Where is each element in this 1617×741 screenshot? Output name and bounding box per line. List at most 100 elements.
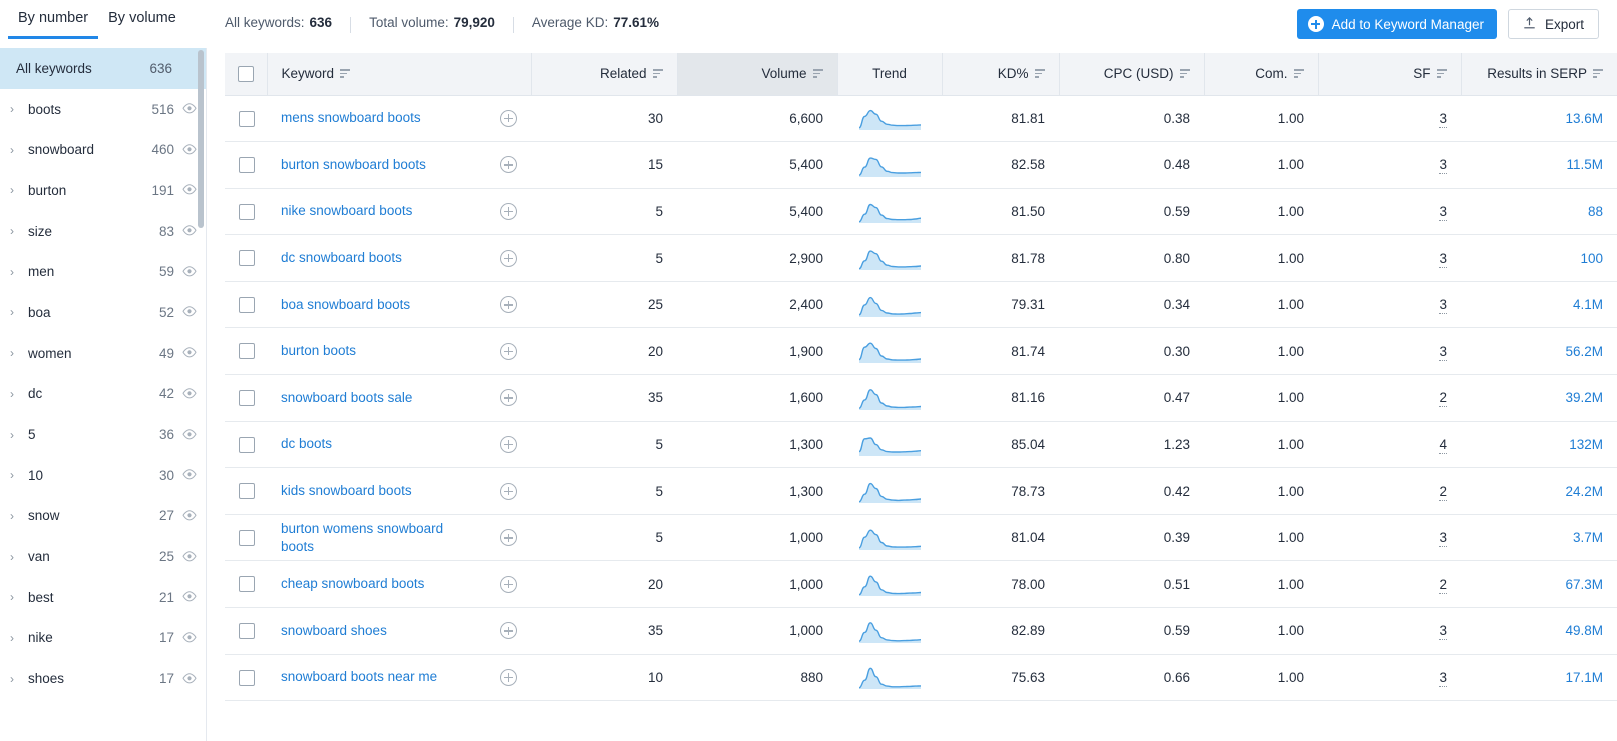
sidebar-item-boots[interactable]: › boots 516 xyxy=(0,89,206,130)
sf-value[interactable]: 3 xyxy=(1439,669,1447,687)
eye-icon[interactable] xyxy=(182,183,197,197)
row-checkbox[interactable] xyxy=(239,390,255,407)
chevron-right-icon[interactable]: › xyxy=(10,631,26,645)
keyword-link[interactable]: boa snowboard boots xyxy=(281,296,410,314)
row-checkbox[interactable] xyxy=(239,436,255,453)
sidebar-item-snow[interactable]: › snow 27 xyxy=(0,496,206,537)
eye-icon[interactable] xyxy=(182,265,197,279)
sidebar-scrollbar-thumb[interactable] xyxy=(198,50,204,228)
sidebar-item-women[interactable]: › women 49 xyxy=(0,333,206,374)
chevron-right-icon[interactable]: › xyxy=(10,387,26,401)
serp-results-link[interactable]: 49.8M xyxy=(1565,623,1603,638)
sort-icon[interactable] xyxy=(1034,69,1045,78)
keyword-link[interactable]: dc boots xyxy=(281,435,332,453)
serp-results-link[interactable]: 17.1M xyxy=(1565,670,1603,685)
keyword-link[interactable]: nike snowboard boots xyxy=(281,202,412,220)
sidebar-item-10[interactable]: › 10 30 xyxy=(0,455,206,496)
add-keyword-icon[interactable] xyxy=(500,529,517,547)
chevron-right-icon[interactable]: › xyxy=(10,428,26,442)
chevron-right-icon[interactable]: › xyxy=(10,590,26,604)
sidebar-item-shoes[interactable]: › shoes 17 xyxy=(0,658,206,699)
column-header-kd[interactable]: KD% xyxy=(942,53,1060,96)
add-keyword-icon[interactable] xyxy=(500,342,517,360)
keyword-link[interactable]: dc snowboard boots xyxy=(281,249,402,267)
sidebar-item-dc[interactable]: › dc 42 xyxy=(0,374,206,415)
sidebar-item-5[interactable]: › 5 36 xyxy=(0,414,206,455)
eye-icon[interactable] xyxy=(182,672,197,686)
tab-by-number[interactable]: By number xyxy=(8,8,99,39)
serp-results-link[interactable]: 39.2M xyxy=(1565,390,1603,405)
sf-value[interactable]: 3 xyxy=(1439,157,1447,175)
sf-value[interactable]: 2 xyxy=(1439,576,1447,594)
chevron-right-icon[interactable]: › xyxy=(10,346,26,360)
sidebar-item-van[interactable]: › van 25 xyxy=(0,536,206,577)
eye-icon[interactable] xyxy=(182,631,197,645)
chevron-right-icon[interactable]: › xyxy=(10,468,26,482)
serp-results-link[interactable]: 56.2M xyxy=(1565,344,1603,359)
chevron-right-icon[interactable]: › xyxy=(10,183,26,197)
serp-results-link[interactable]: 100 xyxy=(1580,251,1603,266)
sidebar-item-snowboard[interactable]: › snowboard 460 xyxy=(0,129,206,170)
chevron-right-icon[interactable]: › xyxy=(10,224,26,238)
row-checkbox[interactable] xyxy=(239,250,255,267)
serp-results-link[interactable]: 88 xyxy=(1588,204,1603,219)
row-checkbox[interactable] xyxy=(239,110,255,127)
keyword-link[interactable]: cheap snowboard boots xyxy=(281,575,424,593)
export-button[interactable]: Export xyxy=(1507,9,1599,39)
chevron-right-icon[interactable]: › xyxy=(10,265,26,279)
sidebar-item-burton[interactable]: › burton 191 xyxy=(0,170,206,211)
sf-value[interactable]: 3 xyxy=(1439,297,1447,315)
column-header-volume[interactable]: Volume xyxy=(677,53,838,96)
row-checkbox[interactable] xyxy=(239,623,255,640)
sf-value[interactable]: 3 xyxy=(1439,343,1447,361)
row-checkbox[interactable] xyxy=(239,669,255,686)
row-checkbox[interactable] xyxy=(239,157,255,174)
eye-icon[interactable] xyxy=(182,428,197,442)
keyword-link[interactable]: burton womens snowboard boots xyxy=(281,520,461,556)
keyword-link[interactable]: mens snowboard boots xyxy=(281,109,421,127)
keyword-link[interactable]: burton boots xyxy=(281,342,356,360)
keyword-link[interactable]: snowboard shoes xyxy=(281,622,387,640)
sort-icon[interactable] xyxy=(1179,69,1190,78)
sf-value[interactable]: 3 xyxy=(1439,110,1447,128)
chevron-right-icon[interactable]: › xyxy=(10,305,26,319)
keyword-link[interactable]: snowboard boots near me xyxy=(281,668,437,686)
chevron-right-icon[interactable]: › xyxy=(10,672,26,686)
add-keyword-icon[interactable] xyxy=(500,296,517,314)
column-header-serp[interactable]: Results in SERP xyxy=(1461,53,1617,96)
add-keyword-icon[interactable] xyxy=(500,156,517,174)
sf-value[interactable]: 2 xyxy=(1439,390,1447,408)
add-keyword-icon[interactable] xyxy=(500,622,517,640)
add-keyword-icon[interactable] xyxy=(500,389,517,407)
sidebar-item-nike[interactable]: › nike 17 xyxy=(0,618,206,659)
sf-value[interactable]: 3 xyxy=(1439,203,1447,221)
sf-value[interactable]: 4 xyxy=(1439,436,1447,454)
row-checkbox[interactable] xyxy=(239,203,255,220)
select-all-checkbox[interactable] xyxy=(237,65,254,82)
keyword-link[interactable]: kids snowboard boots xyxy=(281,482,412,500)
serp-results-link[interactable]: 13.6M xyxy=(1565,111,1603,126)
eye-icon[interactable] xyxy=(182,143,197,157)
row-checkbox[interactable] xyxy=(239,483,255,500)
column-header-keyword[interactable]: Keyword xyxy=(267,53,532,96)
sidebar-item-size[interactable]: › size 83 xyxy=(0,211,206,252)
column-header-cpc[interactable]: CPC (USD) xyxy=(1059,53,1205,96)
sidebar-item-boa[interactable]: › boa 52 xyxy=(0,292,206,333)
sort-icon[interactable] xyxy=(1593,69,1603,78)
eye-icon[interactable] xyxy=(182,590,197,604)
sort-icon[interactable] xyxy=(1293,69,1304,78)
sf-value[interactable]: 2 xyxy=(1439,483,1447,501)
row-checkbox[interactable] xyxy=(239,529,255,546)
add-keyword-icon[interactable] xyxy=(500,249,517,267)
row-checkbox[interactable] xyxy=(239,343,255,360)
eye-icon[interactable] xyxy=(182,346,197,360)
eye-icon[interactable] xyxy=(182,102,197,116)
eye-icon[interactable] xyxy=(182,468,197,482)
row-checkbox[interactable] xyxy=(239,576,255,593)
keyword-link[interactable]: snowboard boots sale xyxy=(281,389,412,407)
serp-results-link[interactable]: 132M xyxy=(1569,437,1603,452)
chevron-right-icon[interactable]: › xyxy=(10,143,26,157)
add-keyword-icon[interactable] xyxy=(500,575,517,593)
sf-value[interactable]: 3 xyxy=(1439,250,1447,268)
add-keyword-icon[interactable] xyxy=(500,202,517,220)
